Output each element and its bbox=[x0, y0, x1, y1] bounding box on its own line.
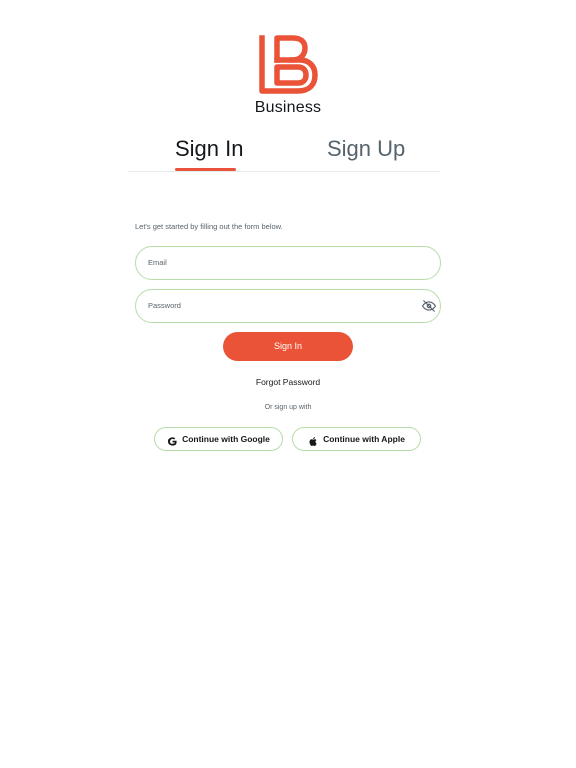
google-button-label: Continue with Google bbox=[182, 434, 270, 444]
form-subtitle: Let's get started by filling out the for… bbox=[135, 222, 283, 231]
password-label: Password bbox=[148, 301, 181, 310]
tab-sign-up[interactable]: Sign Up bbox=[327, 134, 405, 164]
active-tab-indicator bbox=[175, 168, 236, 171]
email-label: Email bbox=[148, 258, 167, 267]
auth-tabs: Sign In Sign Up bbox=[128, 130, 440, 172]
social-divider-text: Or sign up with bbox=[264, 404, 312, 411]
email-field[interactable]: Email bbox=[135, 246, 441, 280]
password-field[interactable]: Password bbox=[135, 289, 441, 323]
google-icon bbox=[167, 434, 178, 446]
eye-off-icon[interactable] bbox=[422, 299, 436, 313]
apple-icon bbox=[308, 434, 319, 446]
continue-with-apple-button[interactable]: Continue with Apple bbox=[292, 427, 421, 451]
sign-in-button[interactable]: Sign In bbox=[223, 332, 353, 361]
apple-button-label: Continue with Apple bbox=[323, 434, 405, 444]
brand-name: Business bbox=[254, 99, 322, 116]
continue-with-google-button[interactable]: Continue with Google bbox=[154, 427, 283, 451]
tab-sign-in[interactable]: Sign In bbox=[175, 134, 244, 164]
business-logo-icon bbox=[259, 35, 318, 94]
forgot-password-link[interactable]: Forgot Password bbox=[0, 377, 576, 387]
